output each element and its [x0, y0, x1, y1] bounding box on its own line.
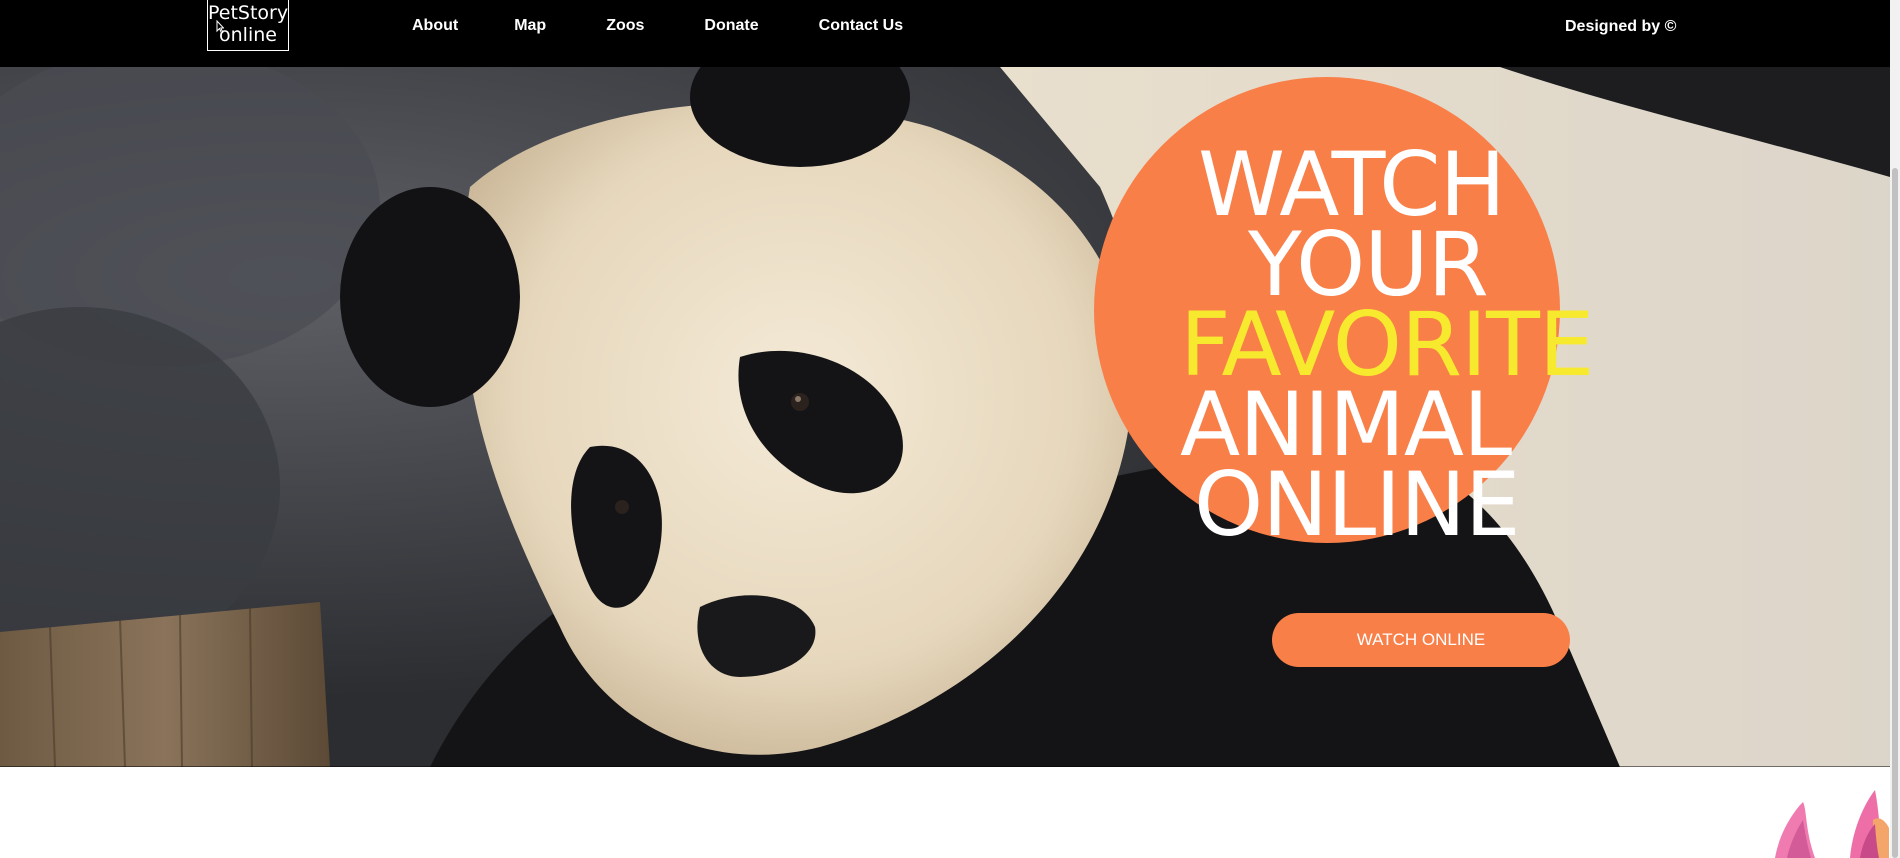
- designed-by-credit: Designed by ©: [1565, 18, 1677, 35]
- hero-headline: WATCH YOUR FAVORITE ANIMAL ONLINE: [1180, 141, 1660, 556]
- nav-link-donate[interactable]: Donate: [704, 15, 758, 37]
- nav-link-zoos[interactable]: Zoos: [606, 15, 644, 37]
- hero-section: WATCH YOUR FAVORITE ANIMAL ONLINE WATCH …: [0, 67, 1890, 767]
- page-scrollbar-thumb[interactable]: [1892, 168, 1898, 858]
- nav-link-about[interactable]: About: [412, 15, 458, 37]
- page: PetStory online About Map Zoos Donate Co…: [0, 0, 1900, 858]
- nav-link-contact[interactable]: Contact Us: [819, 15, 903, 37]
- main-nav: About Map Zoos Donate Contact Us: [412, 15, 903, 37]
- nav-link-map[interactable]: Map: [514, 15, 546, 37]
- mouse-cursor-icon: [216, 20, 224, 34]
- top-navbar: PetStory online About Map Zoos Donate Co…: [0, 0, 1890, 67]
- watch-online-button[interactable]: WATCH ONLINE: [1272, 613, 1570, 667]
- flamingo-illustration: [1775, 790, 1889, 858]
- headline-line-5: ONLINE: [1194, 453, 1521, 556]
